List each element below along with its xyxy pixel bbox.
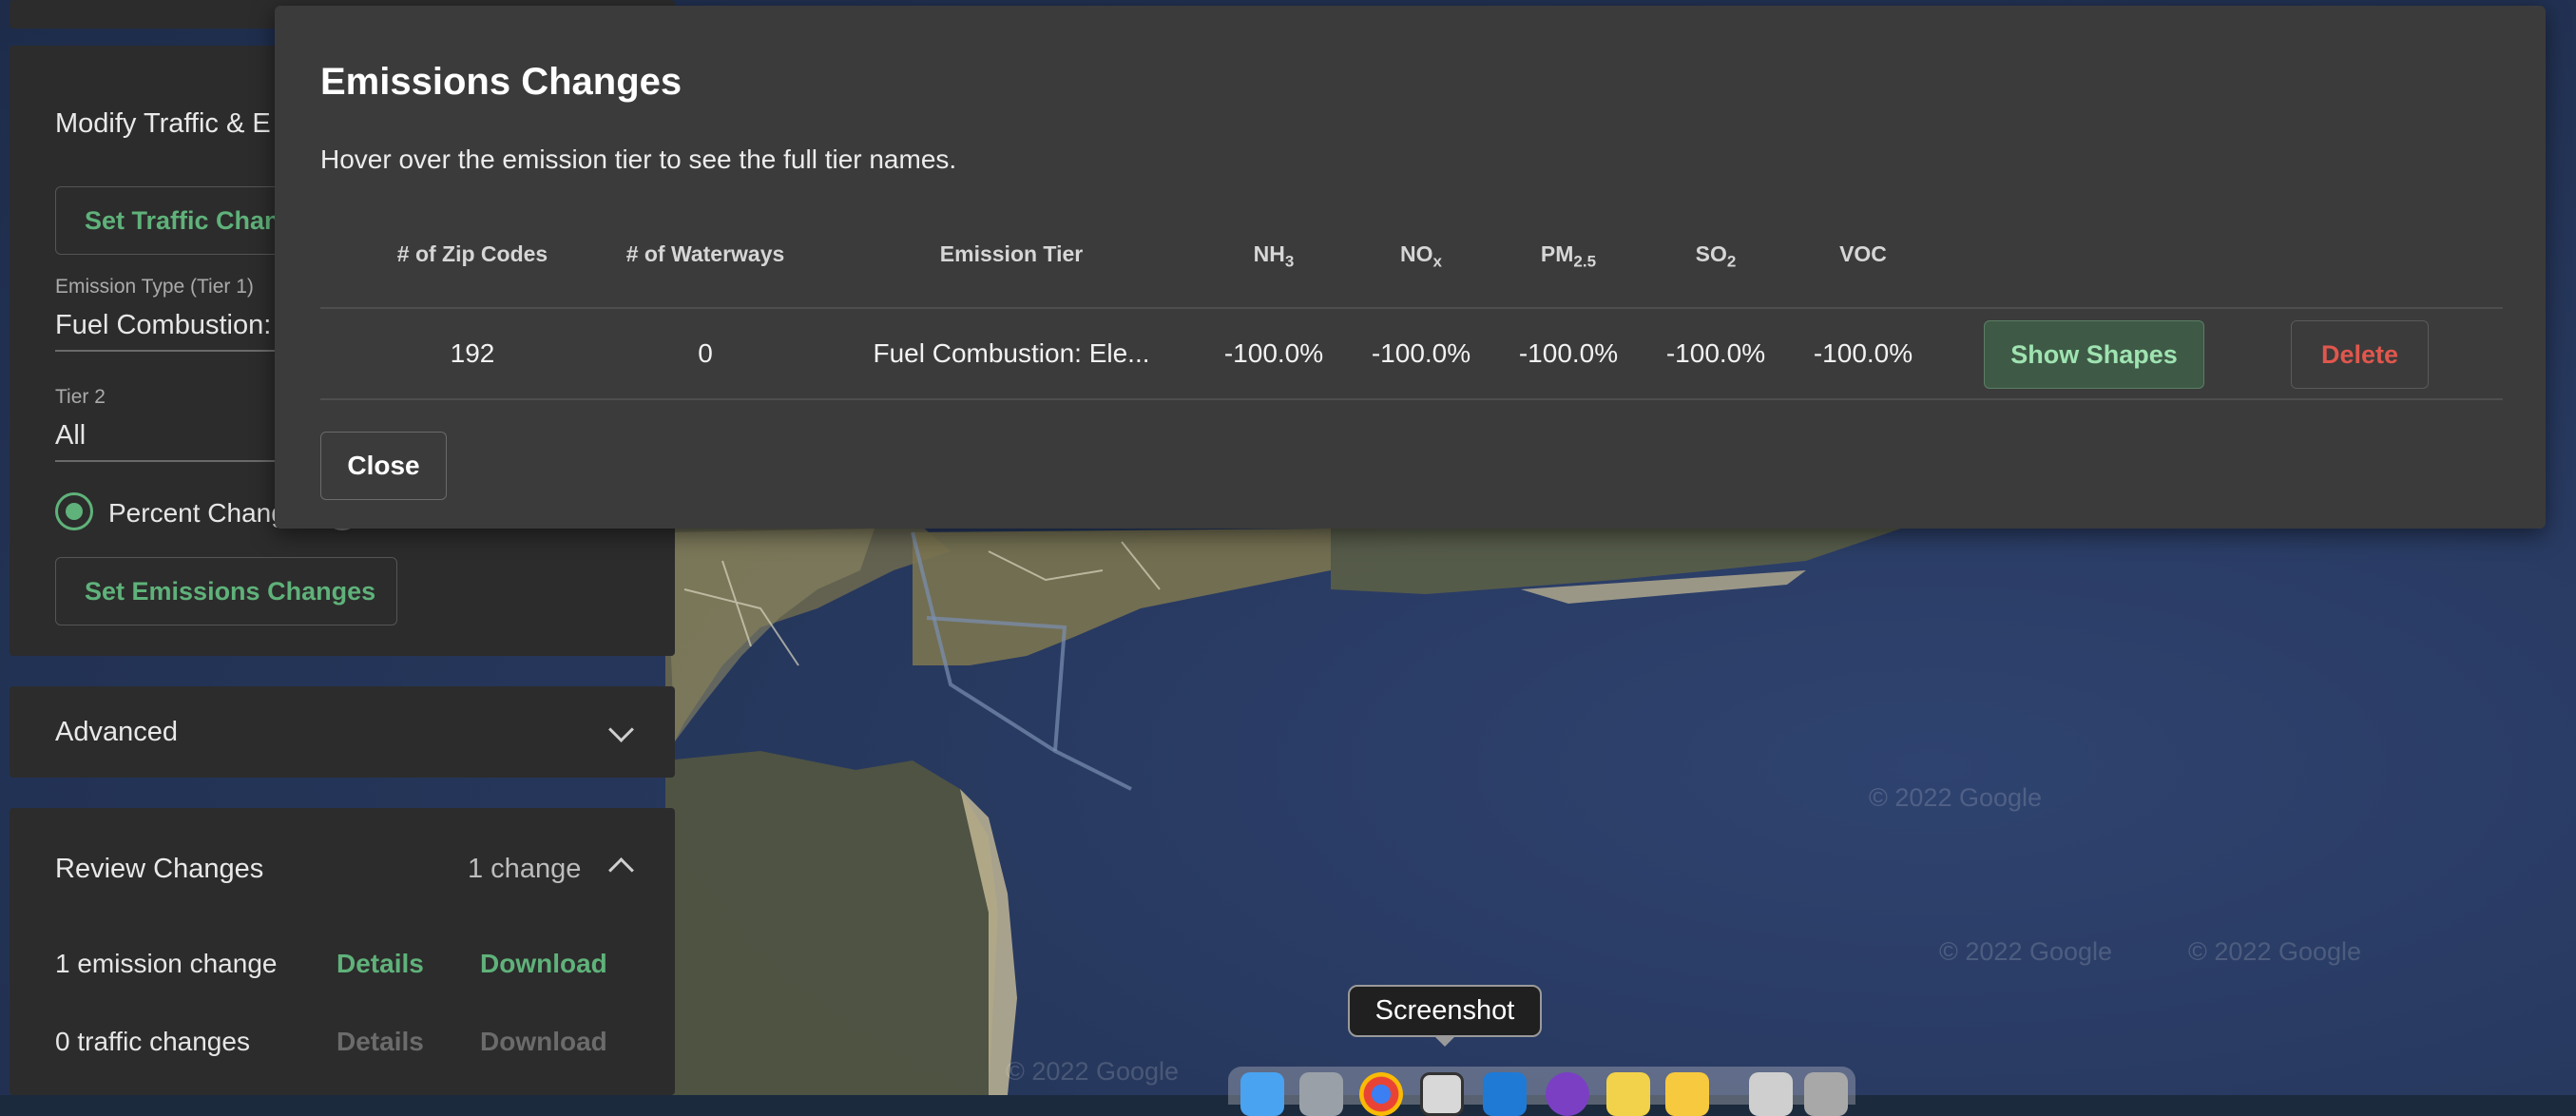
col-header-emission-tier: Emission Tier — [939, 241, 1084, 266]
map-watermark: © 2022 Google — [1869, 783, 2043, 812]
traffic-changes-row-label: 0 traffic changes — [55, 1027, 250, 1056]
col-header-zip-codes: # of Zip Codes — [396, 241, 548, 266]
preview-icon[interactable] — [1749, 1072, 1793, 1116]
chevron-up-icon[interactable] — [608, 857, 634, 883]
dialog-title: Emissions Changes — [320, 61, 682, 103]
launchpad-icon[interactable] — [1299, 1072, 1343, 1116]
cell-nox: -100.0% — [1371, 338, 1471, 368]
col-header-waterways: # of Waterways — [625, 241, 785, 266]
emission-type-label: Emission Type (Tier 1) — [55, 276, 254, 298]
map-watermark: © 2022 Google — [2188, 937, 2362, 966]
cell-emission-tier[interactable]: Fuel Combustion: Ele... — [873, 338, 1149, 369]
tier2-select[interactable]: All — [55, 420, 86, 452]
close-button[interactable]: Close — [320, 432, 447, 500]
advanced-title: Advanced — [55, 717, 178, 747]
map-watermark: © 2022 Google — [1939, 937, 2113, 966]
dock-tooltip: Screenshot — [1348, 985, 1542, 1037]
nox-base: NO — [1400, 241, 1433, 266]
traffic-details-link: Details — [336, 1027, 424, 1056]
modify-card-title: Modify Traffic & E — [55, 108, 271, 139]
advanced-card[interactable]: Advanced — [10, 686, 675, 778]
emission-details-link[interactable]: Details — [336, 949, 424, 979]
tier2-underline — [55, 460, 302, 462]
nh3-base: NH — [1253, 241, 1285, 266]
pm-base: PM — [1540, 241, 1574, 266]
cell-zip-codes: 192 — [450, 338, 495, 368]
tooltip-arrow — [1433, 1035, 1456, 1047]
col-header-nox: NOx — [1400, 241, 1442, 272]
stickies-icon[interactable] — [1606, 1072, 1650, 1116]
percent-change-label: Percent Chang — [108, 498, 286, 528]
notes-icon[interactable] — [1665, 1072, 1709, 1116]
delete-button[interactable]: Delete — [2291, 320, 2429, 389]
traffic-download-link: Download — [480, 1027, 607, 1056]
screenshot-icon[interactable] — [1420, 1072, 1464, 1116]
so2-base: SO — [1695, 241, 1727, 266]
cell-pm25: -100.0% — [1518, 338, 1619, 368]
cell-so2: -100.0% — [1665, 338, 1766, 368]
dialog-subtitle: Hover over the emission tier to see the … — [320, 144, 957, 174]
so2-subscript: 2 — [1726, 252, 1737, 271]
col-header-so2: SO2 — [1696, 241, 1737, 272]
show-shapes-button[interactable]: Show Shapes — [1984, 320, 2204, 389]
col-header-voc: VOC — [1839, 241, 1887, 266]
tier2-label: Tier 2 — [55, 386, 106, 408]
review-changes-title: Review Changes — [55, 854, 264, 884]
pm-subscript: 2.5 — [1573, 252, 1597, 271]
trash-icon[interactable] — [1804, 1072, 1848, 1116]
emission-changes-row-label: 1 emission change — [55, 949, 278, 978]
review-changes-count: 1 change — [468, 854, 582, 884]
percent-change-radio[interactable] — [55, 492, 93, 530]
finder-icon[interactable] — [1240, 1072, 1284, 1116]
set-emissions-changes-button[interactable]: Set Emissions Changes — [55, 557, 397, 625]
emission-type-select[interactable]: Fuel Combustion: E — [55, 310, 298, 341]
map-watermark: © 2022 Google — [1006, 1057, 1180, 1086]
emission-type-underline — [55, 350, 302, 352]
table-divider — [320, 398, 2503, 400]
emissions-changes-dialog: Emissions Changes Hover over the emissio… — [275, 6, 2546, 529]
nh3-subscript: 3 — [1284, 252, 1295, 271]
cell-voc: -100.0% — [1813, 338, 1913, 368]
cell-nh3: -100.0% — [1223, 338, 1324, 368]
review-changes-card: Review Changes 1 change 1 emission chang… — [10, 808, 675, 1095]
chrome-icon[interactable] — [1359, 1072, 1403, 1116]
col-header-nh3: NH3 — [1254, 241, 1295, 272]
emission-download-link[interactable]: Download — [480, 949, 607, 979]
vscode-icon[interactable] — [1483, 1072, 1527, 1116]
github-desktop-icon[interactable] — [1546, 1072, 1589, 1116]
chevron-down-icon[interactable] — [608, 717, 634, 742]
cell-waterways: 0 — [698, 338, 713, 368]
col-header-pm25: PM2.5 — [1541, 241, 1596, 272]
table-divider — [320, 307, 2503, 309]
nox-subscript: x — [1432, 252, 1442, 271]
